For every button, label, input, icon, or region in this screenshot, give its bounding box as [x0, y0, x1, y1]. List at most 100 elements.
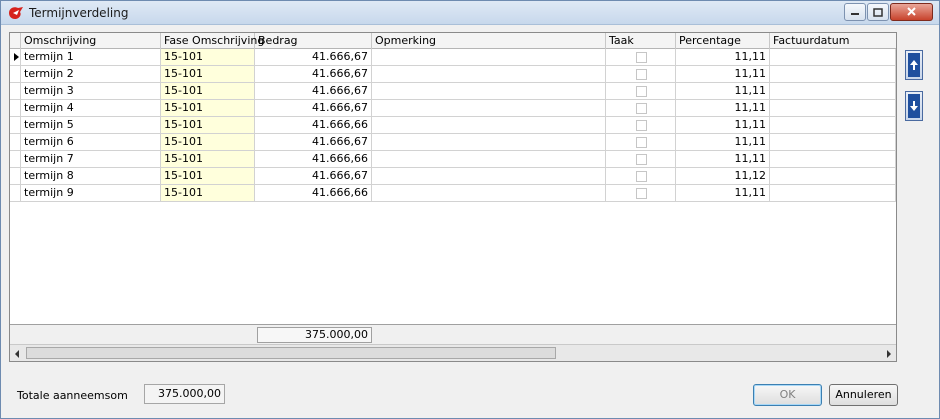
- cell-omschrijving[interactable]: termijn 2: [21, 66, 161, 83]
- minimize-button[interactable]: [844, 3, 866, 21]
- cell-opmerking[interactable]: [372, 151, 606, 168]
- cell-fase[interactable]: 15-101: [161, 49, 255, 66]
- cell-factuurdatum[interactable]: [770, 117, 896, 134]
- column-header-bedrag[interactable]: Bedrag: [255, 33, 372, 49]
- taak-checkbox[interactable]: [636, 69, 647, 80]
- move-down-button[interactable]: [905, 91, 923, 121]
- cell-factuurdatum[interactable]: [770, 168, 896, 185]
- cell-omschrijving[interactable]: termijn 4: [21, 100, 161, 117]
- cell-bedrag[interactable]: 41.666,66: [255, 151, 372, 168]
- taak-checkbox[interactable]: [636, 154, 647, 165]
- cell-omschrijving[interactable]: termijn 1: [21, 49, 161, 66]
- cell-omschrijving[interactable]: termijn 6: [21, 134, 161, 151]
- row-selector[interactable]: [10, 134, 21, 151]
- cell-omschrijving[interactable]: termijn 5: [21, 117, 161, 134]
- column-header-taak[interactable]: Taak: [606, 33, 676, 49]
- column-header-omschrijving[interactable]: Omschrijving: [21, 33, 161, 49]
- cell-factuurdatum[interactable]: [770, 151, 896, 168]
- horizontal-scrollbar[interactable]: [10, 344, 896, 361]
- row-selector[interactable]: [10, 66, 21, 83]
- cell-opmerking[interactable]: [372, 134, 606, 151]
- cell-bedrag[interactable]: 41.666,66: [255, 185, 372, 202]
- cell-fase[interactable]: 15-101: [161, 117, 255, 134]
- cell-percentage[interactable]: 11,11: [676, 185, 770, 202]
- maximize-button[interactable]: [867, 3, 889, 21]
- cell-fase[interactable]: 15-101: [161, 66, 255, 83]
- move-up-button[interactable]: [905, 50, 923, 80]
- row-selector[interactable]: [10, 49, 21, 66]
- cell-opmerking[interactable]: [372, 83, 606, 100]
- taak-checkbox[interactable]: [636, 171, 647, 182]
- column-header-opmerking[interactable]: Opmerking: [372, 33, 606, 49]
- row-selector[interactable]: [10, 185, 21, 202]
- taak-checkbox[interactable]: [636, 188, 647, 199]
- cell-percentage[interactable]: 11,11: [676, 151, 770, 168]
- cell-fase[interactable]: 15-101: [161, 134, 255, 151]
- cell-bedrag[interactable]: 41.666,67: [255, 66, 372, 83]
- cell-percentage[interactable]: 11,11: [676, 83, 770, 100]
- cell-factuurdatum[interactable]: [770, 134, 896, 151]
- cell-opmerking[interactable]: [372, 168, 606, 185]
- column-header-fase[interactable]: Fase Omschrijving: [161, 33, 264, 49]
- row-selector[interactable]: [10, 117, 21, 134]
- table-row[interactable]: termijn 7 15-101 41.666,66 11,11: [10, 151, 896, 168]
- row-selector[interactable]: [10, 83, 21, 100]
- cell-taak: [606, 168, 676, 185]
- cell-percentage[interactable]: 11,12: [676, 168, 770, 185]
- ok-button[interactable]: OK: [753, 384, 822, 406]
- cell-fase[interactable]: 15-101: [161, 100, 255, 117]
- row-selector[interactable]: [10, 100, 21, 117]
- cell-bedrag[interactable]: 41.666,67: [255, 100, 372, 117]
- cell-omschrijving[interactable]: termijn 8: [21, 168, 161, 185]
- table-row[interactable]: termijn 1 15-101 41.666,67 11,11: [10, 49, 896, 66]
- cell-percentage[interactable]: 11,11: [676, 49, 770, 66]
- taak-checkbox[interactable]: [636, 86, 647, 97]
- cell-factuurdatum[interactable]: [770, 185, 896, 202]
- cell-opmerking[interactable]: [372, 49, 606, 66]
- cell-fase[interactable]: 15-101: [161, 151, 255, 168]
- table-row[interactable]: termijn 9 15-101 41.666,66 11,11: [10, 185, 896, 202]
- cell-factuurdatum[interactable]: [770, 100, 896, 117]
- close-button[interactable]: [890, 3, 933, 21]
- cell-omschrijving[interactable]: termijn 7: [21, 151, 161, 168]
- table-row[interactable]: termijn 2 15-101 41.666,67 11,11: [10, 66, 896, 83]
- cell-bedrag[interactable]: 41.666,67: [255, 168, 372, 185]
- table-row[interactable]: termijn 5 15-101 41.666,66 11,11: [10, 117, 896, 134]
- cell-factuurdatum[interactable]: [770, 83, 896, 100]
- row-selector[interactable]: [10, 151, 21, 168]
- cell-factuurdatum[interactable]: [770, 49, 896, 66]
- annuleren-button[interactable]: Annuleren: [829, 384, 898, 406]
- cell-fase[interactable]: 15-101: [161, 83, 255, 100]
- cell-opmerking[interactable]: [372, 66, 606, 83]
- cell-opmerking[interactable]: [372, 100, 606, 117]
- column-header-percentage[interactable]: Percentage: [676, 33, 770, 49]
- table-row[interactable]: termijn 3 15-101 41.666,67 11,11: [10, 83, 896, 100]
- cell-bedrag[interactable]: 41.666,67: [255, 83, 372, 100]
- cell-fase[interactable]: 15-101: [161, 168, 255, 185]
- table-row[interactable]: termijn 6 15-101 41.666,67 11,11: [10, 134, 896, 151]
- cell-opmerking[interactable]: [372, 117, 606, 134]
- taak-checkbox[interactable]: [636, 137, 647, 148]
- scroll-right-icon[interactable]: [887, 350, 891, 358]
- scroll-left-icon[interactable]: [15, 350, 19, 358]
- taak-checkbox[interactable]: [636, 52, 647, 63]
- cell-percentage[interactable]: 11,11: [676, 117, 770, 134]
- cell-bedrag[interactable]: 41.666,67: [255, 49, 372, 66]
- taak-checkbox[interactable]: [636, 103, 647, 114]
- scrollbar-thumb[interactable]: [26, 347, 556, 359]
- cell-factuurdatum[interactable]: [770, 66, 896, 83]
- cell-percentage[interactable]: 11,11: [676, 66, 770, 83]
- cell-bedrag[interactable]: 41.666,67: [255, 134, 372, 151]
- column-header-factuurdatum[interactable]: Factuurdatum: [770, 33, 896, 49]
- cell-percentage[interactable]: 11,11: [676, 100, 770, 117]
- cell-fase[interactable]: 15-101: [161, 185, 255, 202]
- cell-bedrag[interactable]: 41.666,66: [255, 117, 372, 134]
- cell-omschrijving[interactable]: termijn 9: [21, 185, 161, 202]
- taak-checkbox[interactable]: [636, 120, 647, 131]
- cell-opmerking[interactable]: [372, 185, 606, 202]
- table-row[interactable]: termijn 4 15-101 41.666,67 11,11: [10, 100, 896, 117]
- cell-percentage[interactable]: 11,11: [676, 134, 770, 151]
- table-row[interactable]: termijn 8 15-101 41.666,67 11,12: [10, 168, 896, 185]
- row-selector[interactable]: [10, 168, 21, 185]
- cell-omschrijving[interactable]: termijn 3: [21, 83, 161, 100]
